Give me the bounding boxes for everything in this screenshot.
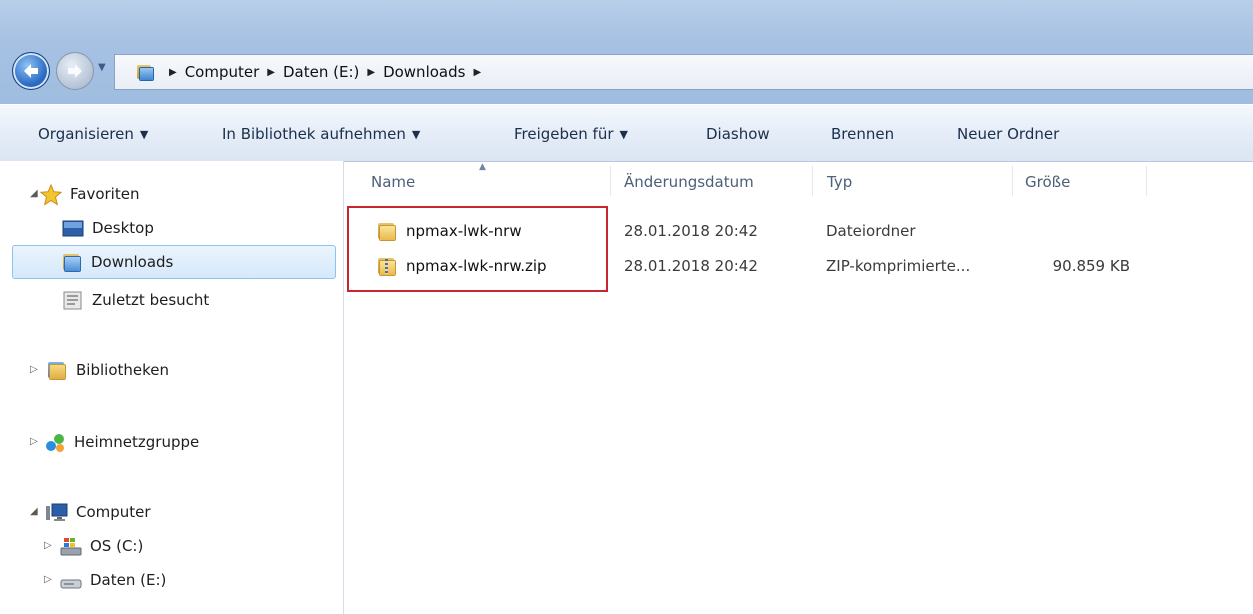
expand-favorites-icon[interactable]: ◢ xyxy=(30,188,38,199)
nav-homegroup-label: Heimnetzgruppe xyxy=(74,433,200,451)
windows-drive-icon xyxy=(60,536,82,556)
chevron-down-icon: ▼ xyxy=(619,128,628,141)
chevron-down-icon: ▼ xyxy=(411,128,421,141)
nav-desktop[interactable]: Desktop xyxy=(62,212,154,244)
breadcrumb-drive-e[interactable]: Daten (E:) xyxy=(283,63,359,81)
expand-drive-c-icon[interactable]: ▷ xyxy=(44,540,52,551)
share-with-label: Freigeben für xyxy=(514,125,614,143)
nav-favorites[interactable]: Favoriten xyxy=(39,178,140,210)
nav-downloads-label: Downloads xyxy=(91,253,174,271)
forward-arrow-icon xyxy=(68,64,82,78)
nav-recent-label: Zuletzt besucht xyxy=(92,291,210,309)
expand-libraries-icon[interactable]: ▷ xyxy=(30,364,38,375)
column-header-type[interactable]: Typ xyxy=(827,173,852,191)
file-size: 90.859 KB xyxy=(1052,257,1130,275)
nav-libraries[interactable]: Bibliotheken xyxy=(46,354,169,386)
nav-favorites-label: Favoriten xyxy=(70,185,140,203)
breadcrumb-separator-icon[interactable]: ▶ xyxy=(473,67,481,78)
desktop-icon xyxy=(62,218,84,238)
chevron-down-icon: ▼ xyxy=(139,128,149,141)
new-folder-button[interactable]: Neuer Ordner xyxy=(957,125,1059,143)
breadcrumb-downloads[interactable]: Downloads xyxy=(383,63,465,81)
column-divider[interactable] xyxy=(610,166,611,196)
sort-ascending-icon: ▲ xyxy=(479,162,486,172)
breadcrumb-computer[interactable]: Computer xyxy=(185,63,260,81)
window-titlebar: ▼ ▶ Computer ▶ Daten (E:) ▶ Downloads ▶ xyxy=(0,0,1253,104)
recent-places-icon xyxy=(62,290,84,310)
nav-computer-label: Computer xyxy=(76,503,151,521)
share-with-button[interactable]: Freigeben für ▼ xyxy=(514,125,628,143)
column-divider[interactable] xyxy=(1146,166,1147,196)
breadcrumb-separator-icon[interactable]: ▶ xyxy=(367,67,375,78)
nav-downloads-selected[interactable]: Downloads xyxy=(12,245,336,279)
downloads-folder-icon xyxy=(137,64,155,80)
breadcrumb-separator-icon[interactable]: ▶ xyxy=(267,67,275,78)
file-date: 28.01.2018 20:42 xyxy=(624,222,758,240)
column-divider[interactable] xyxy=(812,166,813,196)
expand-computer-icon[interactable]: ◢ xyxy=(30,506,38,517)
command-bar: Organisieren ▼ In Bibliothek aufnehmen ▼ F… xyxy=(0,104,1253,162)
add-to-library-button[interactable]: In Bibliothek aufnehmen ▼ xyxy=(222,125,420,143)
file-date: 28.01.2018 20:42 xyxy=(624,257,758,275)
nav-drive-c[interactable]: OS (C:) xyxy=(60,530,143,562)
expand-drive-e-icon[interactable]: ▷ xyxy=(44,574,52,585)
hard-drive-icon xyxy=(60,570,82,590)
nav-homegroup[interactable]: Heimnetzgruppe xyxy=(44,426,199,458)
star-icon xyxy=(39,183,63,206)
recent-pages-dropdown-icon[interactable]: ▼ xyxy=(98,62,106,73)
forward-button[interactable] xyxy=(56,52,94,90)
slideshow-button[interactable]: Diashow xyxy=(706,125,770,143)
homegroup-icon xyxy=(44,432,66,452)
breadcrumb-separator-icon[interactable]: ▶ xyxy=(169,67,177,78)
nav-recent-places[interactable]: Zuletzt besucht xyxy=(62,284,209,316)
address-bar[interactable]: ▶ Computer ▶ Daten (E:) ▶ Downloads ▶ xyxy=(114,54,1253,90)
nav-drive-c-label: OS (C:) xyxy=(90,537,144,555)
column-divider[interactable] xyxy=(1012,166,1013,196)
file-type: Dateiordner xyxy=(826,222,916,240)
column-header-date[interactable]: Änderungsdatum xyxy=(624,173,754,191)
back-arrow-icon xyxy=(24,64,38,78)
organize-label: Organisieren xyxy=(38,125,134,143)
downloads-folder-icon xyxy=(61,252,83,272)
column-header-size[interactable]: Größe xyxy=(1025,173,1070,191)
nav-drive-e-label: Daten (E:) xyxy=(90,571,167,589)
nav-computer[interactable]: Computer xyxy=(46,496,151,528)
computer-icon xyxy=(46,502,68,522)
burn-button[interactable]: Brennen xyxy=(831,125,894,143)
nav-drive-e[interactable]: Daten (E:) xyxy=(60,564,166,596)
expand-homegroup-icon[interactable]: ▷ xyxy=(30,436,38,447)
libraries-icon xyxy=(46,360,68,380)
highlight-annotation-box xyxy=(347,206,608,292)
column-header-name[interactable]: Name xyxy=(371,173,415,191)
organize-menu-button[interactable]: Organisieren ▼ xyxy=(38,125,148,143)
add-to-library-label: In Bibliothek aufnehmen xyxy=(222,125,406,143)
nav-desktop-label: Desktop xyxy=(92,219,154,237)
back-button[interactable] xyxy=(12,52,50,90)
nav-libraries-label: Bibliotheken xyxy=(76,361,169,379)
file-type: ZIP-komprimierte... xyxy=(826,257,971,275)
